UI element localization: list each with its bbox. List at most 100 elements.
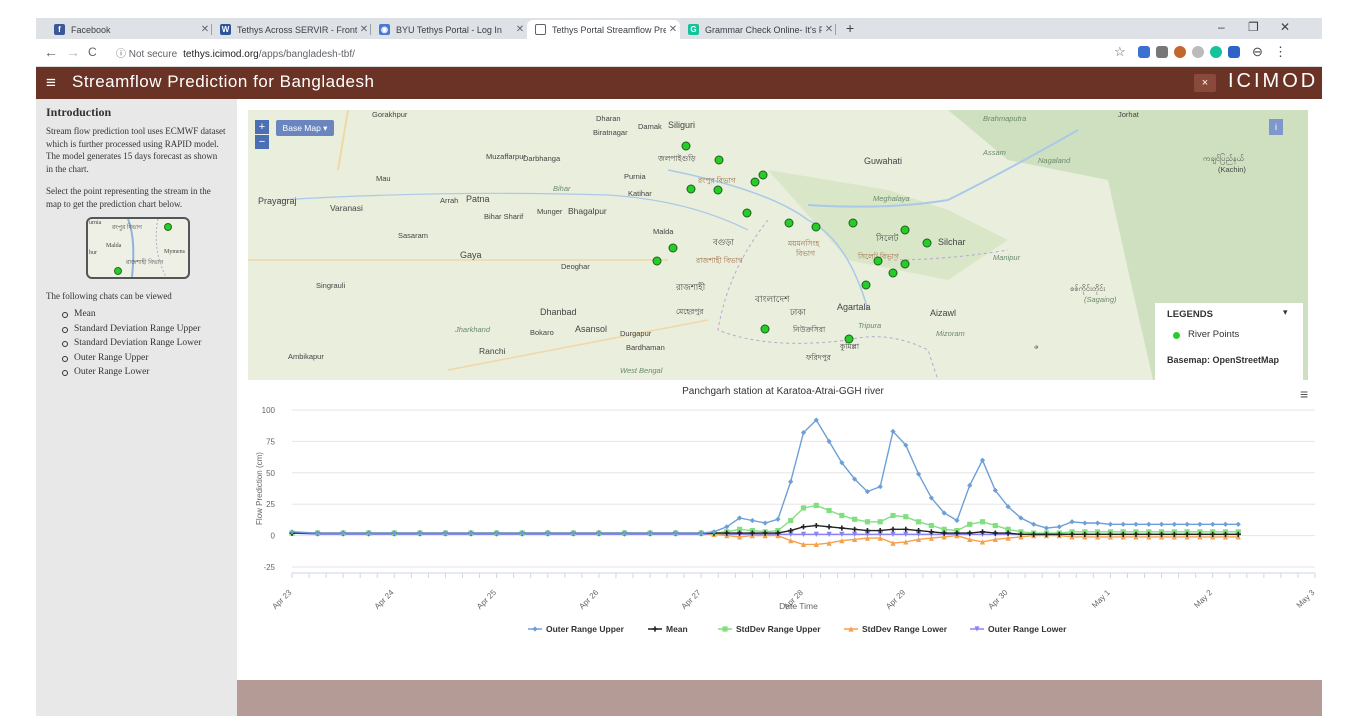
river-point[interactable]: [784, 218, 794, 228]
data-point: [1069, 519, 1075, 525]
zoom-out-button[interactable]: −: [255, 135, 269, 149]
browser-tab[interactable]: f Facebook ✕: [46, 20, 212, 39]
river-point[interactable]: [714, 155, 724, 165]
tab-label: Facebook: [71, 24, 111, 35]
y-tick-label: 75: [266, 437, 275, 446]
tab-label: Tethys Portal Streamflow Predicti: [552, 24, 666, 35]
data-point: [800, 505, 807, 511]
legend-item[interactable]: Outer Range Lower: [988, 624, 1067, 634]
river-point[interactable]: [742, 208, 752, 218]
sidebar-heading: Introduction: [46, 105, 112, 119]
x-tick-label: May 2: [1192, 588, 1214, 610]
browser-tab[interactable]: ◉ BYU Tethys Portal - Log In ✕: [371, 20, 527, 39]
data-point: [979, 519, 986, 525]
browser-tab[interactable]: G Grammar Check Online- It's Free✕: [680, 20, 836, 39]
river-point[interactable]: [811, 222, 821, 232]
extension-grammar-icon[interactable]: [1210, 46, 1222, 58]
data-point: [722, 626, 728, 632]
extension-cloud-icon[interactable]: [1192, 46, 1204, 58]
data-point: [1133, 521, 1139, 527]
thumb-label: Mymens: [164, 249, 185, 255]
river-point[interactable]: [848, 218, 858, 228]
tab-close-icon[interactable]: ✕: [666, 24, 680, 35]
facebook-icon: f: [54, 24, 65, 35]
back-button[interactable]: ←: [44, 44, 58, 60]
data-point: [979, 457, 986, 463]
base-map-button[interactable]: Base Map ▾: [276, 120, 334, 136]
tab-close-icon[interactable]: ✕: [513, 24, 527, 35]
tab-close-icon[interactable]: ✕: [822, 24, 836, 35]
extension-recycle-icon[interactable]: [1156, 46, 1168, 58]
data-point: [1056, 524, 1062, 530]
river-point[interactable]: [668, 243, 678, 253]
legend-toggle-icon[interactable]: ▾: [1283, 307, 1288, 318]
minimize-button[interactable]: –: [1218, 20, 1225, 34]
reload-button[interactable]: C: [88, 45, 97, 59]
legend-item[interactable]: StdDev Range Lower: [862, 624, 948, 634]
legend-item[interactable]: Mean: [666, 624, 688, 634]
tab-close-icon[interactable]: ✕: [357, 24, 371, 35]
data-point: [1120, 521, 1126, 527]
x-tick-label: Apr 25: [475, 588, 498, 611]
address-bar[interactable]: ⓘ Not secure tethys.icimod.org/apps/bangl…: [116, 45, 355, 60]
restore-button[interactable]: ❐: [1248, 20, 1259, 34]
legend-item[interactable]: StdDev Range Upper: [736, 624, 821, 634]
series-line: [292, 504, 1239, 534]
river-point[interactable]: [652, 256, 662, 266]
river-point[interactable]: [888, 268, 898, 278]
data-point: [788, 517, 794, 524]
zoom-in-button[interactable]: +: [255, 120, 269, 134]
url-path: /apps/bangladesh-tbf/: [258, 49, 355, 60]
bookmark-star-icon[interactable]: ☆: [1114, 44, 1126, 60]
data-point: [890, 526, 896, 532]
hamburger-menu-icon[interactable]: ≡: [46, 73, 56, 93]
info-button[interactable]: i: [1269, 119, 1283, 135]
extension-calendar-icon[interactable]: [1228, 46, 1240, 58]
browser-tab[interactable]: W Tethys Across SERVIR - Frontiers✕: [212, 20, 371, 39]
basemap-label: Basemap: OpenStreetMap: [1167, 355, 1280, 365]
extension-cookie-icon[interactable]: [1174, 46, 1186, 58]
forward-button[interactable]: →: [66, 44, 80, 60]
profile-icon[interactable]: ⊖: [1252, 44, 1263, 60]
river-map[interactable]: Gorakhpur Dharan Damak Siliguri Biratnag…: [248, 110, 1308, 380]
river-point[interactable]: [900, 225, 910, 235]
river-point[interactable]: [900, 259, 910, 269]
browser-tab[interactable]: Tethys Portal Streamflow Predicti✕: [527, 20, 680, 39]
not-secure-label[interactable]: ⓘ Not secure: [116, 49, 177, 60]
new-tab-button[interactable]: +: [846, 20, 854, 36]
data-point: [775, 516, 781, 522]
footer-bar: [237, 680, 1322, 716]
chart-menu-icon[interactable]: ≡: [1300, 386, 1308, 402]
globe-icon: ◉: [379, 24, 390, 35]
list-item: Outer Range Lower: [62, 365, 201, 380]
chart-title: Panchgarh station at Karatoa-Atrai-GGH r…: [682, 386, 884, 397]
river-point[interactable]: [844, 334, 854, 344]
river-point[interactable]: [758, 170, 768, 180]
thumb-label: urnia: [89, 220, 102, 226]
word-doc-icon: W: [220, 24, 231, 35]
close-panel-button[interactable]: ×: [1194, 74, 1216, 92]
river-point[interactable]: [681, 141, 691, 151]
river-point[interactable]: [686, 184, 696, 194]
river-point[interactable]: [922, 238, 932, 248]
window-close-button[interactable]: ✕: [1280, 20, 1290, 34]
y-axis-title: Flow Prediction (cm): [255, 452, 264, 525]
river-point[interactable]: [713, 185, 723, 195]
instruction-paragraph: Select the point representing the stream…: [46, 186, 211, 209]
river-point[interactable]: [873, 256, 883, 266]
legend-item[interactable]: Outer Range Upper: [546, 624, 625, 634]
x-tick-label: Apr 24: [373, 588, 396, 611]
browser-menu-icon[interactable]: ⋮: [1274, 44, 1287, 60]
extension-pen-icon[interactable]: [1138, 46, 1150, 58]
data-point: [1171, 521, 1177, 527]
tab-close-icon[interactable]: ✕: [198, 24, 212, 35]
river-point[interactable]: [861, 280, 871, 290]
x-tick-label: Apr 26: [577, 588, 600, 611]
river-point[interactable]: [750, 177, 760, 187]
data-point: [903, 526, 909, 532]
tab-label: Grammar Check Online- It's Free: [705, 24, 822, 35]
river-points-layer: [652, 141, 932, 344]
data-point: [839, 512, 845, 519]
data-point: [1095, 520, 1101, 526]
river-point[interactable]: [760, 324, 770, 334]
